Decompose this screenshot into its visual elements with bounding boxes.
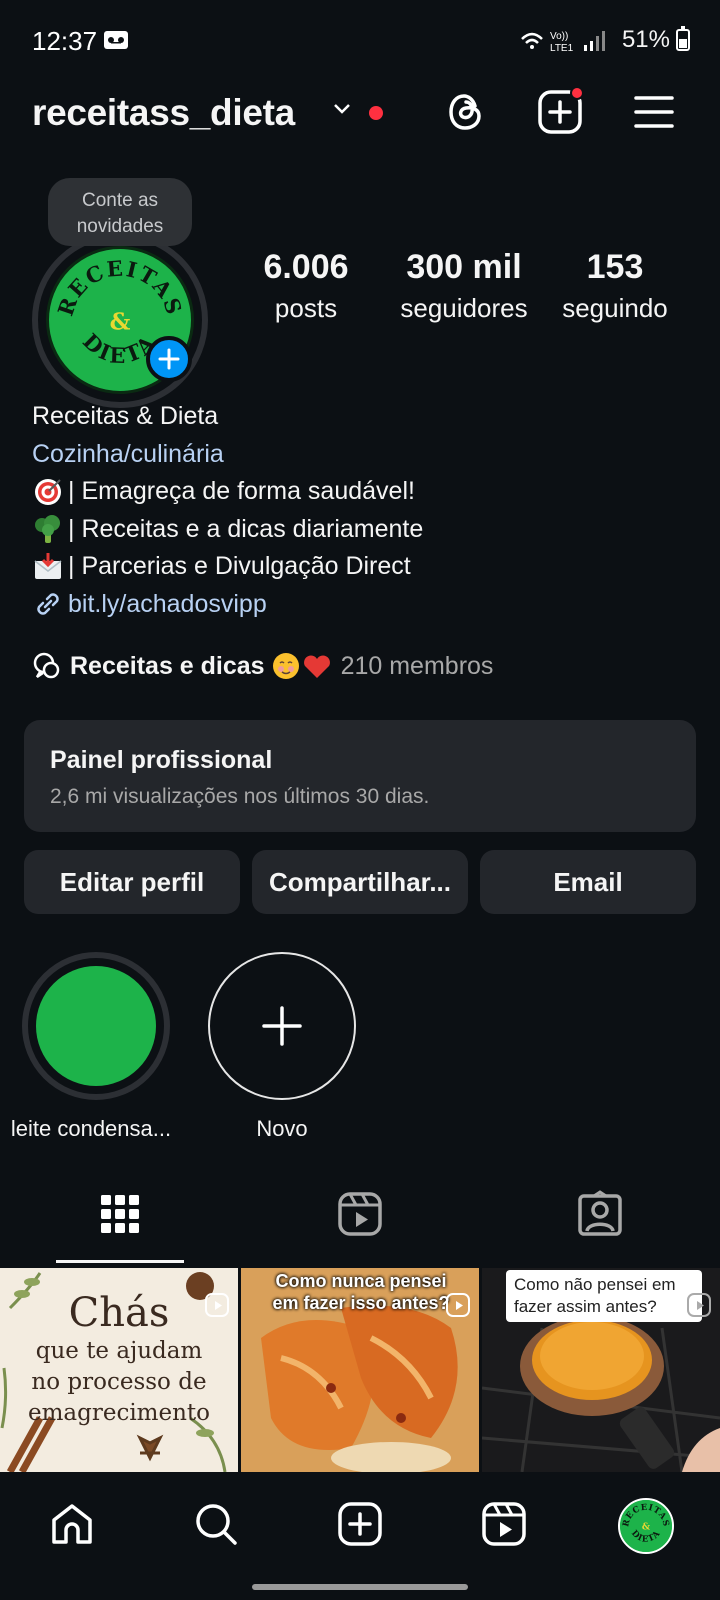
- grid-icon[interactable]: [96, 1190, 144, 1238]
- post-thumbnail[interactable]: Chás que te ajudam no processo de emagre…: [0, 1268, 238, 1472]
- display-name: Receitas & Dieta: [32, 402, 219, 430]
- status-bar: 12:37 Vo)) LTE1 51%: [0, 0, 720, 80]
- status-time: 12:37: [32, 26, 98, 56]
- bio-line: | Emagreça de forma saudável!: [32, 473, 682, 511]
- posts-label: posts: [274, 293, 338, 323]
- bio-link[interactable]: bit.ly/achadosvipp: [32, 586, 682, 624]
- channel-icon: [33, 652, 60, 679]
- note-bubble[interactable]: Conte as novidades: [48, 178, 192, 246]
- bio-line: | Parcerias e Divulgação Direct: [32, 548, 682, 586]
- email-button[interactable]: Email: [480, 850, 696, 914]
- post-grid: Chás que te ajudam no processo de emagre…: [0, 1268, 720, 1472]
- profile-avatar[interactable]: RECEITAS & DIETA: [32, 232, 208, 408]
- post-text: Chás que te ajudam no processo de emagre…: [0, 1290, 238, 1429]
- menu-icon[interactable]: [630, 88, 678, 136]
- stat-followers[interactable]: 300 mil seguidores: [384, 248, 544, 324]
- post-thumbnail[interactable]: Como não pensei em fazer assim antes?: [482, 1268, 720, 1472]
- status-indicators: Vo)) LTE1 51%: [520, 26, 690, 54]
- broccoli-emoji-icon: [35, 515, 60, 544]
- voicemail-icon: [104, 31, 128, 49]
- highlight-item[interactable]: leite condensa...: [11, 952, 176, 1142]
- svg-text:LTE1: LTE1: [550, 43, 574, 53]
- threads-icon[interactable]: [442, 88, 490, 136]
- professional-dashboard[interactable]: Painel profissional 2,6 mi visualizações…: [24, 720, 696, 832]
- reels-icon[interactable]: [336, 1190, 384, 1238]
- post-title: Chás: [68, 1290, 170, 1336]
- channel-title: Receitas e dicas: [70, 651, 265, 680]
- post-thumbnail[interactable]: Como nunca pensei em fazer isso antes?: [241, 1268, 479, 1472]
- following-count: 153: [586, 248, 644, 286]
- dashboard-subtitle: 2,6 mi visualizações nos últimos 30 dias…: [50, 785, 430, 808]
- home-icon[interactable]: [48, 1500, 96, 1548]
- battery-percentage: 51%: [621, 26, 670, 53]
- target-emoji-icon: [35, 478, 61, 505]
- profile-nav-avatar[interactable]: RECEITAS & DIETA: [618, 1498, 674, 1554]
- plus-icon: [158, 348, 180, 370]
- share-profile-button[interactable]: Compartilhar...: [252, 850, 468, 914]
- reel-badge-icon: [687, 1293, 711, 1317]
- highlight-label: leite condensa...: [10, 1116, 172, 1141]
- active-tab-indicator: [56, 1260, 184, 1263]
- username[interactable]: receitass_dieta: [32, 92, 295, 134]
- link-icon: [37, 593, 59, 615]
- svg-text:Vo)): Vo)): [550, 31, 568, 42]
- new-highlight-circle: [208, 952, 356, 1100]
- bio-text: | Parcerias e Divulgação Direct: [68, 552, 411, 580]
- signal-icon: Vo)) LTE1: [521, 31, 605, 53]
- posts-count: 6.006: [263, 248, 349, 286]
- bio-line: | Receitas e a dicas diariamente: [32, 511, 682, 549]
- search-icon[interactable]: [192, 1500, 240, 1548]
- highlight-cover: [22, 952, 170, 1100]
- create-icon[interactable]: [336, 1500, 384, 1548]
- tagged-icon[interactable]: [576, 1190, 624, 1238]
- highlight-label: Novo: [256, 1116, 308, 1141]
- post-line: emagrecimento: [27, 1400, 211, 1426]
- stat-following[interactable]: 153 seguindo: [552, 248, 678, 324]
- channel-emoji-icon: [272, 653, 330, 679]
- broadcast-channel[interactable]: Receitas e dicas 210 membros: [32, 648, 493, 684]
- bio-text: | Receitas e a dicas diariamente: [68, 514, 424, 543]
- post-line: no processo de: [31, 1369, 207, 1395]
- post-caption: Como nunca pensei em fazer isso antes?: [272, 1271, 450, 1313]
- reels-icon[interactable]: [480, 1500, 528, 1548]
- profile-actions: Editar perfil Compartilhar... Email: [24, 850, 696, 914]
- chevron-down-icon[interactable]: [330, 96, 354, 120]
- new-highlight-button[interactable]: Novo: [202, 952, 362, 1142]
- link-text: bit.ly/achadosvipp: [68, 589, 267, 618]
- bottom-navigation: RECEITAS & DIETA: [0, 1472, 720, 1600]
- reel-badge-icon: [446, 1293, 470, 1317]
- bio-text: | Emagreça de forma saudável!: [68, 477, 415, 505]
- reel-badge-icon: [205, 1293, 229, 1317]
- account-notification-dot: [369, 106, 383, 120]
- followers-label: seguidores: [400, 293, 528, 323]
- profile-tabs: [0, 1176, 720, 1266]
- plus-icon: [262, 1006, 302, 1046]
- highlight-image: [36, 966, 156, 1086]
- svg-text:&: &: [110, 309, 131, 336]
- note-line-2: novidades: [76, 216, 164, 237]
- battery-icon: [676, 26, 690, 51]
- following-label: seguindo: [562, 293, 668, 323]
- post-line: que te ajudam: [35, 1338, 203, 1364]
- edit-profile-button[interactable]: Editar perfil: [24, 850, 240, 914]
- svg-text:&: &: [642, 1522, 651, 1533]
- home-indicator[interactable]: [252, 1584, 468, 1590]
- channel-members: 210 membros: [340, 651, 494, 680]
- create-notification-dot: [570, 86, 584, 100]
- receitas-dieta-logo: RECEITAS & DIETA: [620, 1500, 672, 1552]
- profile-bio: Receitas & Dieta Cozinha/culinária | Ema…: [32, 398, 682, 623]
- note-line-1: Conte as: [81, 190, 159, 211]
- stat-posts[interactable]: 6.006 posts: [256, 248, 356, 324]
- post-caption: Como não pensei em fazer assim antes?: [506, 1270, 702, 1322]
- dashboard-title: Painel profissional: [50, 746, 273, 774]
- add-story-button[interactable]: [146, 336, 192, 382]
- followers-count: 300 mil: [406, 248, 522, 286]
- profile-header: receitass_dieta: [32, 86, 692, 144]
- inbox-emoji-icon: [34, 552, 62, 579]
- profile-category[interactable]: Cozinha/culinária: [32, 436, 682, 474]
